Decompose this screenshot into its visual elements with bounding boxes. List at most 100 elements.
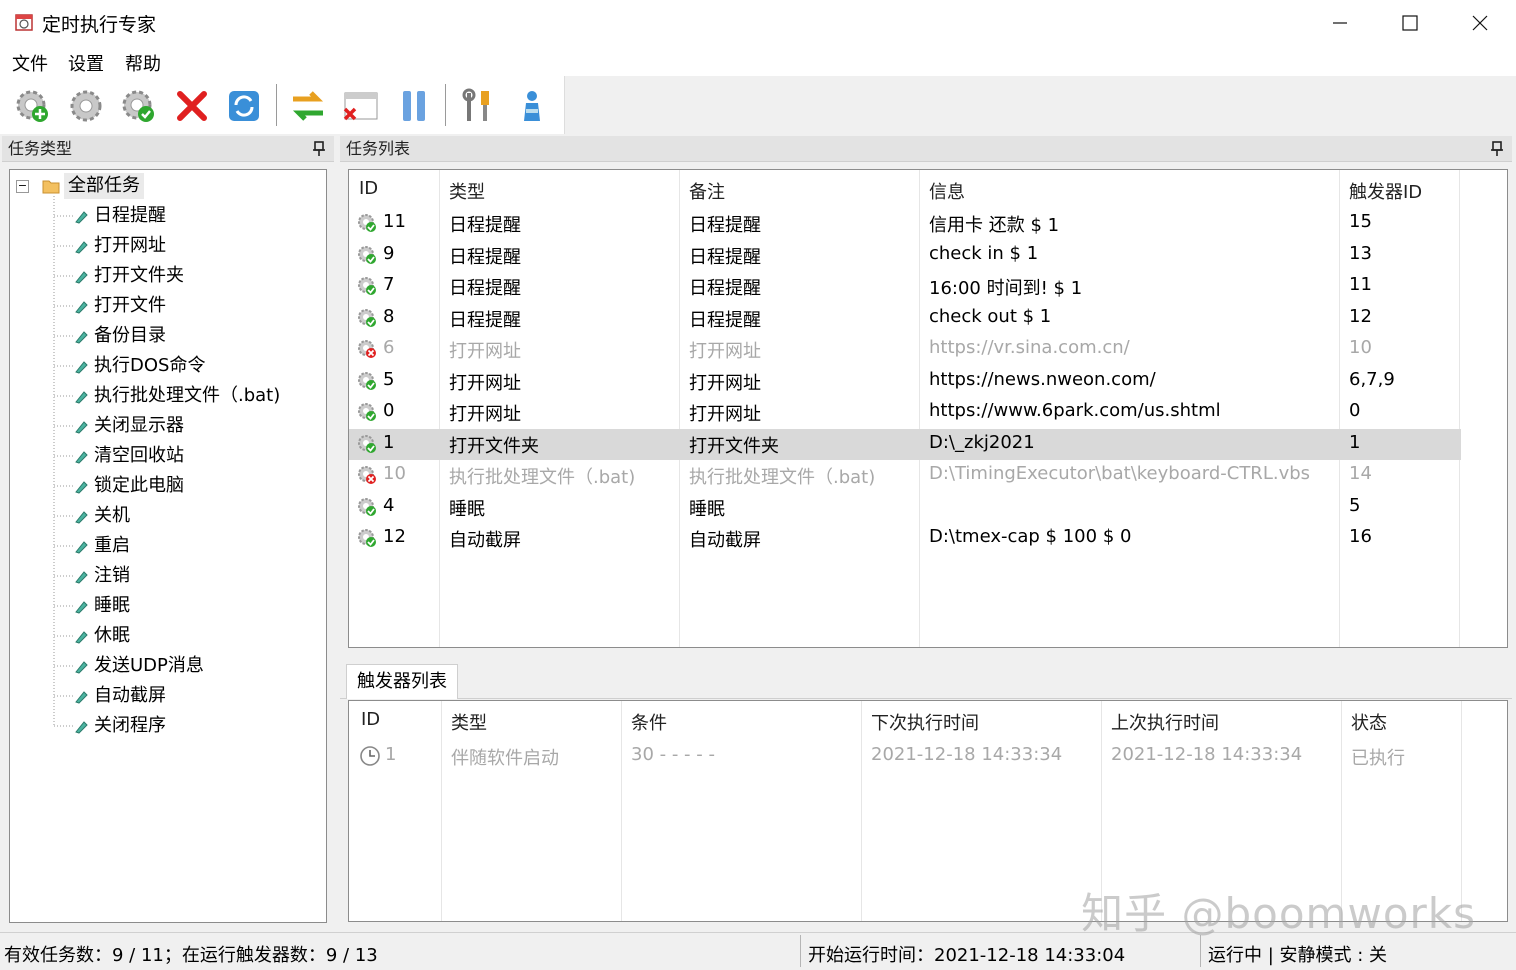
task-column-header[interactable]: 类型 [449,178,485,204]
task-type-leaf-icon [74,718,88,734]
user-button[interactable] [512,86,552,126]
task-row[interactable]: 6 打开网址 打开网址 https://vr.sina.com.cn/10 [349,334,1461,365]
tree-item[interactable]: 休眠 [94,623,130,649]
task-cell-note: 执行批处理文件（.bat) [689,467,876,488]
task-column-header[interactable]: 触发器ID [1349,178,1422,204]
task-cell-info: 16:00 时间到! $ 1 [929,278,1083,299]
refresh-button[interactable] [224,86,264,126]
tree-item[interactable]: 自动截屏 [94,683,166,709]
trigger-row[interactable]: 1 伴随软件启动 30 - - - - - 2021-12-18 14:33:34 20… [349,741,1461,771]
close-task-window-button[interactable] [340,86,380,126]
trigger-column-header[interactable]: 上次执行时间 [1111,709,1219,735]
task-cell-note: 日程提醒 [689,215,761,236]
task-row[interactable]: 9 日程提醒 日程提醒 check in $ 1 13 [349,240,1461,271]
tree-item[interactable]: 打开网址 [94,233,166,259]
task-row[interactable]: 7 日程提醒 日程提醒 16:00 时间到! $ 1 11 [349,271,1461,302]
toolbar [0,76,565,134]
trigger-column-header[interactable]: 状态 [1351,709,1387,735]
trigger-tab-strip: 触发器列表 [340,662,1512,699]
menu-help[interactable]: 帮助 [125,50,161,76]
tree-item[interactable]: 关闭程序 [94,713,166,739]
tree-item[interactable]: 打开文件夹 [94,263,184,289]
tree-item[interactable]: 发送UDP消息 [94,653,204,679]
status-run-mode: 运行中 | 安静模式 : 关 [1208,945,1388,966]
tree-item[interactable]: 重启 [94,533,130,559]
tree-item[interactable]: 锁定此电脑 [94,473,184,499]
tree-item[interactable]: 睡眠 [94,593,130,619]
trigger-column-header[interactable]: 下次执行时间 [871,709,979,735]
trigger-column-header[interactable]: 类型 [451,709,487,735]
maximize-button[interactable] [1375,0,1445,46]
tree-root-all-tasks[interactable]: 全部任务 [64,173,144,199]
minimize-button[interactable] [1305,0,1375,46]
column-divider [441,701,442,921]
task-disabled-gear-icon [357,339,379,366]
tree-item[interactable]: 注销 [94,563,130,589]
add-task-button[interactable] [12,86,52,126]
pin-icon[interactable] [312,140,326,158]
task-type-leaf-icon [74,388,88,404]
pin-icon[interactable] [1490,140,1504,158]
tree-item[interactable]: 关闭显示器 [94,413,184,439]
task-cell-note: 打开网址 [689,341,761,362]
task-disabled-gear-icon [357,465,379,492]
trigger-clock-icon [359,745,381,772]
trigger-column-header[interactable]: 条件 [631,709,667,735]
close-button[interactable] [1445,0,1515,46]
task-enabled-gear-icon [357,528,379,555]
task-cell-info: check in $ 1 [929,242,1039,264]
trigger-column-header[interactable]: ID [361,709,380,730]
task-row[interactable]: 12 自动截屏 自动截屏 D:\tmex-cap $ 100 $ 0 16 [349,523,1461,554]
enable-task-button[interactable] [118,86,158,126]
task-cell-type: 执行批处理文件（.bat) [449,467,636,488]
task-cell-info: https://vr.sina.com.cn/ [929,337,1130,358]
tools-button[interactable] [458,86,498,126]
trigger-cell-type: 伴随软件启动 [451,748,559,769]
task-type-leaf-icon [74,598,88,614]
task-row[interactable]: 0 打开网址 打开网址 https://www.6park.com/us.shtml 0 [349,397,1461,428]
minimize-icon [1333,22,1347,24]
watermark: 知乎 @boomworks [1081,889,1476,938]
task-cell-id: 7 [383,274,395,295]
menu-file[interactable]: 文件 [12,50,48,76]
delete-button[interactable] [172,86,212,126]
tree-item[interactable]: 打开文件 [94,293,166,319]
task-column-header[interactable]: 信息 [929,178,965,204]
task-row[interactable]: 8 日程提醒 日程提醒 check out $ 1 12 [349,303,1461,334]
task-type-leaf-icon [74,298,88,314]
tab-trigger-list[interactable]: 触发器列表 [346,664,458,699]
task-row[interactable]: 10 执行批处理文件（.bat) 执行批处理文件（.bat) D:\TimingExe… [349,460,1461,491]
swap-button[interactable] [288,86,328,126]
task-row[interactable]: 5 打开网址 打开网址 https://news.nweon.com/6,7,9 [349,366,1461,397]
close-window-icon [343,92,378,121]
task-type-leaf-icon [74,688,88,704]
task-cell-note: 日程提醒 [689,278,761,299]
tree-item[interactable]: 备份目录 [94,323,166,349]
toolbar-separator [445,84,446,126]
tree-item[interactable]: 执行DOS命令 [94,353,205,379]
task-row[interactable]: 1 打开文件夹 打开文件夹 D:\_zkj2021 1 [349,428,1461,460]
task-column-header[interactable]: 备注 [689,178,725,204]
task-list-table: ID 类型 备注 信息 触发器ID 11 日程提醒 日程提醒 信用卡 还款 $ 1 15 9 日程提醒… [348,169,1508,648]
tree-item[interactable]: 清空回收站 [94,443,184,469]
tree-item[interactable]: 日程提醒 [94,203,166,229]
task-cell-info: D:\_zkj2021 [929,431,1035,453]
title-bar: 定时执行专家 [0,0,1516,46]
menu-settings[interactable]: 设置 [68,50,104,76]
task-type-leaf-icon [74,448,88,464]
settings-button[interactable] [66,86,106,126]
collapse-toggle-icon[interactable]: − [16,180,29,193]
task-column-header[interactable]: ID [359,178,378,199]
task-cell-type: 打开网址 [449,404,521,425]
column-divider [861,701,862,921]
tree-item[interactable]: 执行批处理文件（.bat) [94,383,280,409]
task-cell-type: 自动截屏 [449,530,521,551]
pause-button[interactable] [394,86,434,126]
user-icon [524,91,540,121]
task-cell-type: 打开网址 [449,341,521,362]
tree-item[interactable]: 关机 [94,503,130,529]
task-row[interactable]: 11 日程提醒 日程提醒 信用卡 还款 $ 1 15 [349,208,1461,239]
task-row[interactable]: 4 睡眠 睡眠 5 [349,492,1461,523]
column-divider [621,701,622,921]
task-enabled-gear-icon [357,402,379,429]
